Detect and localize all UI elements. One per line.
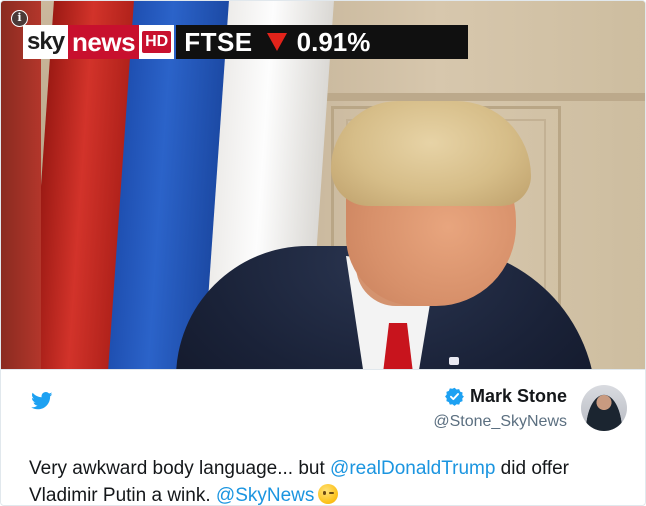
wall-molding xyxy=(301,93,645,101)
ticker-value: 0.91% xyxy=(296,26,371,57)
tweet-text-part: Very awkward body language... but xyxy=(29,458,331,479)
news-logo-text: news xyxy=(72,26,136,57)
lapel-pin xyxy=(449,357,459,365)
stock-ticker: FTSE 0.91% xyxy=(176,25,469,59)
sky-logo-text: sky xyxy=(27,28,65,55)
verified-badge-icon xyxy=(445,387,464,406)
news-chyron: sky news HD FTSE 0.91% xyxy=(23,25,469,59)
author-display-name[interactable]: Mark Stone xyxy=(470,386,567,407)
info-icon[interactable]: i xyxy=(11,10,28,27)
mention-link-skynews[interactable]: @SkyNews xyxy=(216,485,314,505)
hd-badge-text: HD xyxy=(142,31,172,53)
tweet-embed: sky news HD FTSE 0.91% i Mark Stone @Sto… xyxy=(0,0,646,506)
news-logo: news xyxy=(68,25,140,59)
hd-badge: HD xyxy=(139,25,175,59)
mention-link-realdonaldtrump[interactable]: @realDonaldTrump xyxy=(330,458,495,479)
video-frame[interactable]: sky news HD FTSE 0.91% i xyxy=(1,1,645,369)
tweet-author[interactable]: Mark Stone @Stone_SkyNews xyxy=(433,386,567,431)
person-hair xyxy=(331,101,531,206)
author-handle[interactable]: @Stone_SkyNews xyxy=(433,413,567,431)
ticker-name: FTSE xyxy=(184,26,253,57)
tweet-card: Mark Stone @Stone_SkyNews Very awkward b… xyxy=(1,369,645,505)
down-arrow-icon xyxy=(266,33,287,51)
winking-face-emoji-icon xyxy=(318,484,339,504)
avatar[interactable] xyxy=(581,385,627,431)
tweet-text: Very awkward body language... but @realD… xyxy=(29,455,629,505)
sky-logo: sky xyxy=(23,25,69,59)
author-name-row: Mark Stone xyxy=(433,386,567,407)
twitter-bird-icon[interactable] xyxy=(31,392,53,410)
